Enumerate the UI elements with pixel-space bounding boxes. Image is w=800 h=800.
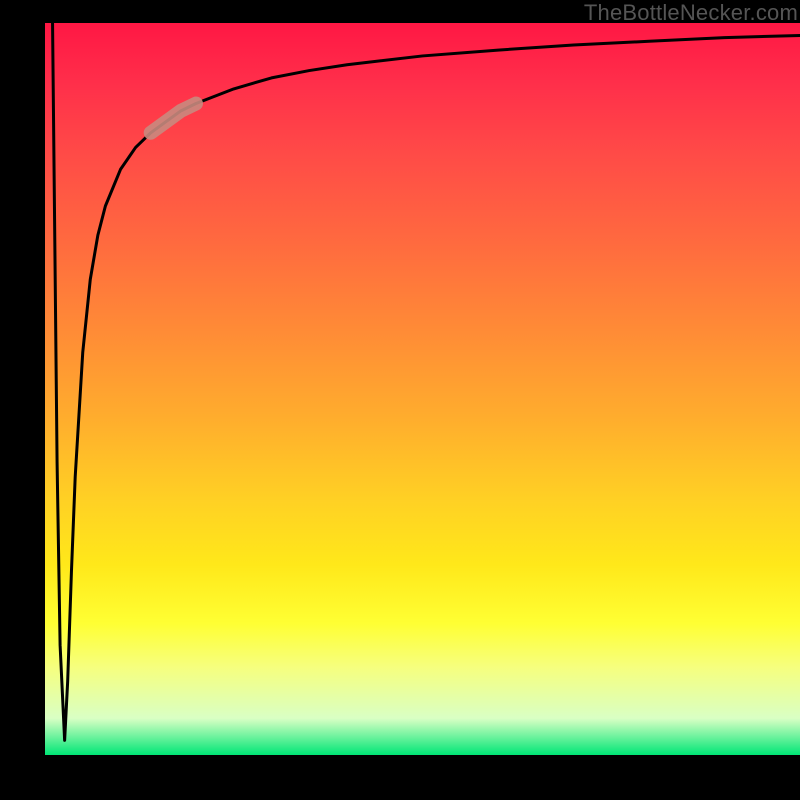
plot-area bbox=[45, 23, 800, 755]
attribution-text: TheBottleNecker.com bbox=[584, 0, 798, 26]
curve-highlight bbox=[151, 104, 196, 133]
bottleneck-curve bbox=[45, 23, 800, 755]
chart-frame: TheBottleNecker.com bbox=[0, 0, 800, 800]
